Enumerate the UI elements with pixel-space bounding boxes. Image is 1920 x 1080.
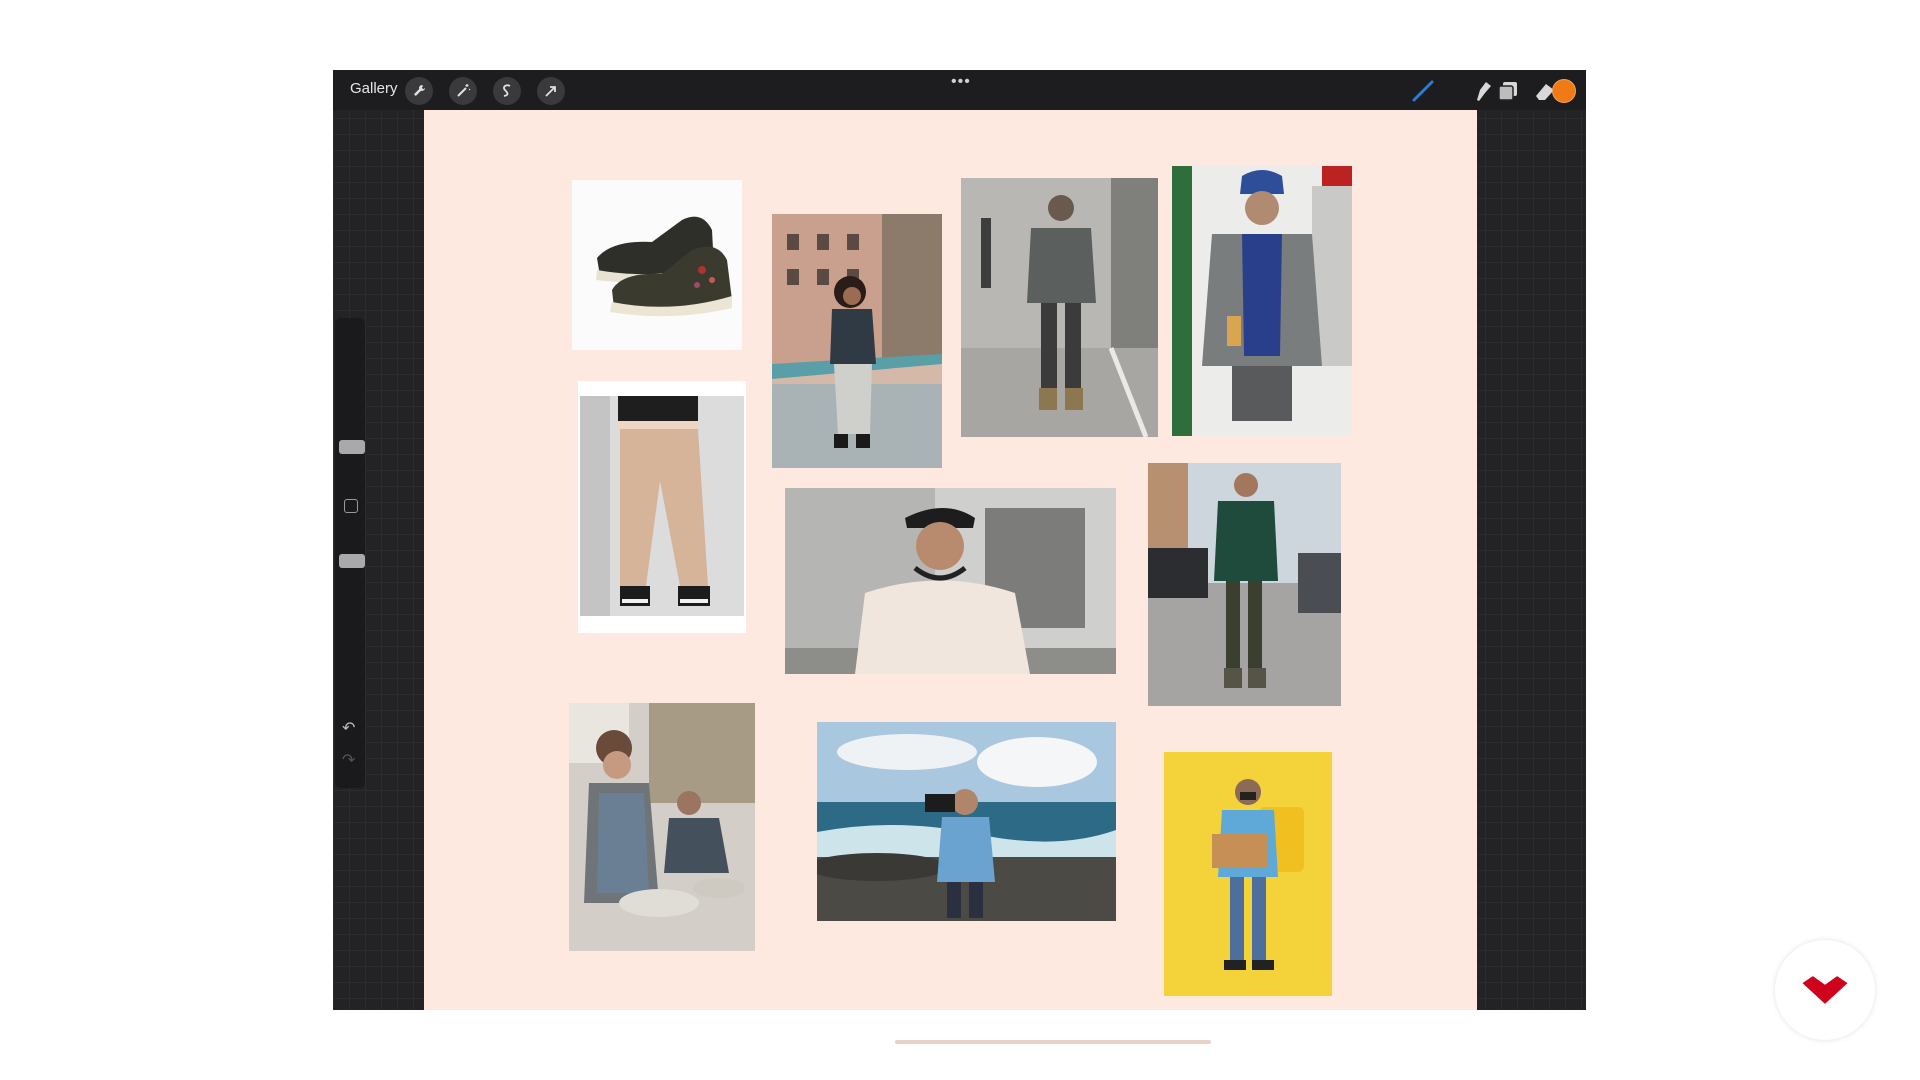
canvas-scrollbar[interactable]	[895, 1040, 1211, 1044]
magic-wand-icon[interactable]	[449, 77, 477, 105]
procreate-app: Gallery ••• ↶ ↷	[333, 70, 1586, 1044]
man-green-jacket-street-photo	[1148, 463, 1341, 706]
drawing-canvas[interactable]	[424, 110, 1477, 1044]
brush-size-slider[interactable]	[339, 440, 365, 454]
redo-button[interactable]: ↷	[342, 750, 355, 770]
smudge-icon[interactable]	[1470, 78, 1496, 104]
sneakers-photo	[572, 180, 742, 350]
more-options-button[interactable]: •••	[951, 73, 971, 91]
layers-icon[interactable]	[1495, 78, 1521, 104]
cargo-pants-photo	[578, 381, 746, 633]
wrench-icon[interactable]	[405, 77, 433, 105]
undo-button[interactable]: ↶	[342, 718, 355, 738]
brush-sidebar: ↶ ↷	[335, 318, 365, 788]
man-walking-street-photo	[961, 178, 1158, 437]
brush-icon[interactable]	[1410, 78, 1436, 104]
brush-opacity-slider[interactable]	[339, 554, 365, 568]
top-toolbar: Gallery •••	[333, 70, 1586, 110]
transform-arrow-icon[interactable]	[537, 77, 565, 105]
color-picker-button[interactable]	[1552, 79, 1576, 103]
man-headphones-photo	[785, 488, 1116, 674]
gallery-button[interactable]: Gallery	[350, 80, 398, 97]
modify-button[interactable]	[344, 499, 358, 513]
woman-denim-jacket-photo	[772, 214, 942, 468]
man-camera-beach-photo	[817, 722, 1116, 921]
brand-logo-icon	[1802, 976, 1848, 1004]
brand-logo	[1775, 940, 1875, 1040]
delivery-man-yellow-photo	[1164, 752, 1332, 996]
selection-icon[interactable]	[493, 77, 521, 105]
pottery-studio-photo	[569, 703, 755, 951]
man-varsity-jacket-photo	[1172, 166, 1352, 436]
